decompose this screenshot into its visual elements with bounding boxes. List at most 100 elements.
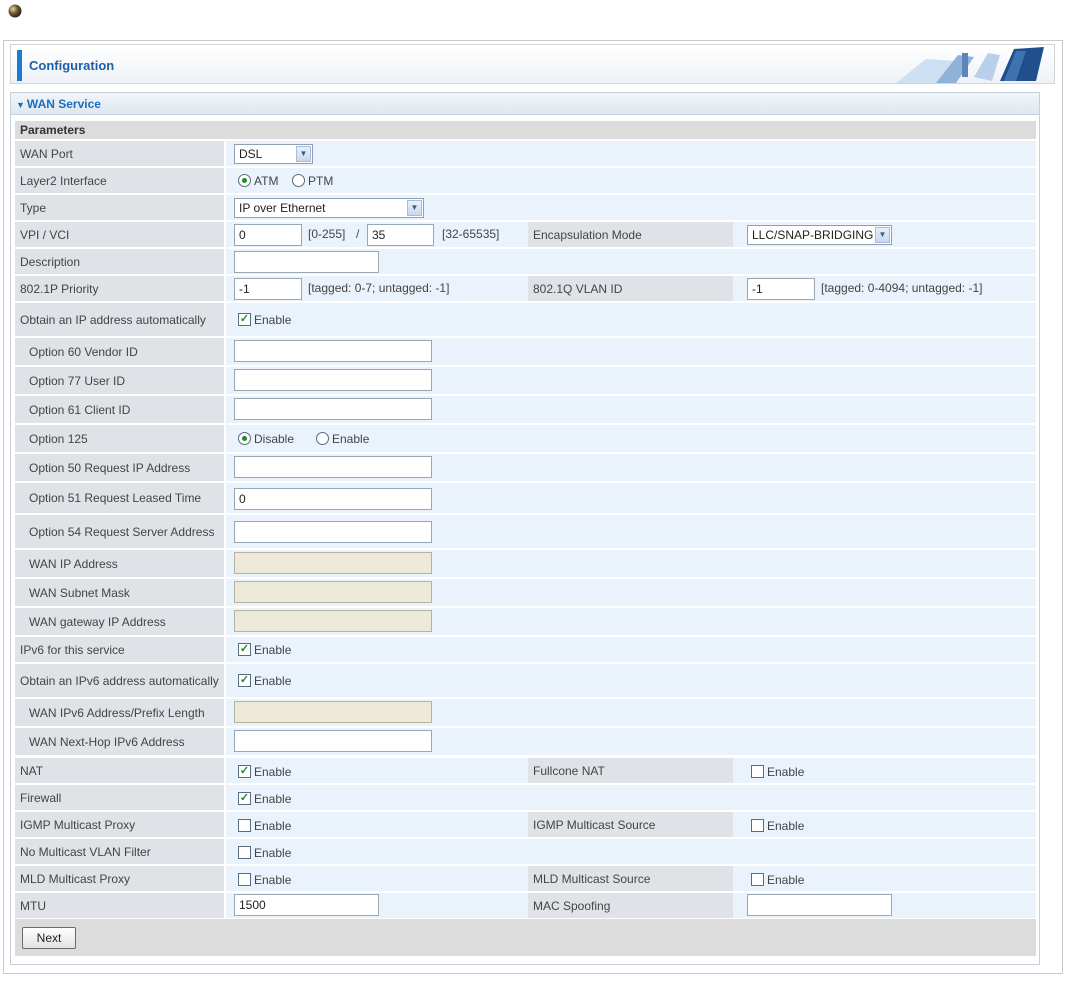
wan-ip-input: [234, 552, 432, 574]
priority-label: 802.1P Priority: [15, 276, 224, 301]
layer2-atm-label: ATM: [254, 174, 279, 188]
mld-proxy-enable-label: Enable: [254, 873, 292, 887]
row-mld: MLD Multicast Proxy Enable MLD Multicast…: [15, 866, 1036, 891]
mac-spoofing-label: MAC Spoofing: [528, 893, 733, 918]
row-option61: Option 61 Client ID: [15, 396, 1036, 423]
bullet-icon: [8, 4, 22, 18]
layer2-ptm-radio[interactable]: [292, 174, 305, 187]
mac-spoofing-input[interactable]: [747, 894, 892, 916]
type-label: Type: [15, 195, 224, 220]
no-vlan-filter-label: No Multicast VLAN Filter: [15, 839, 224, 864]
wan-mask-input: [234, 581, 432, 603]
next-button[interactable]: Next: [22, 927, 76, 949]
row-ipv6: IPv6 for this service ✓ Enable: [15, 637, 1036, 662]
option125-disable-radio[interactable]: [238, 432, 251, 445]
vpi-input[interactable]: 0: [234, 224, 302, 246]
wan-service-title[interactable]: ▼ WAN Service: [11, 93, 1039, 115]
layer2-label: Layer2 Interface: [15, 168, 224, 193]
chevron-down-icon: ▼: [875, 227, 890, 243]
nat-checkbox[interactable]: ✓: [238, 765, 251, 778]
row-type: Type IP over Ethernet ▼: [15, 195, 1036, 220]
config-frame: Configuration ▼ WAN Service Parameters WA…: [3, 40, 1063, 974]
mld-source-enable-label: Enable: [767, 873, 805, 887]
vlan-input[interactable]: -1: [747, 278, 815, 300]
row-layer2: Layer2 Interface ATM PTM: [15, 168, 1036, 193]
wan-port-label: WAN Port: [15, 141, 224, 166]
row-wan-gateway: WAN gateway IP Address: [15, 608, 1036, 635]
wan-ip-label: WAN IP Address: [15, 550, 224, 577]
mtu-label: MTU: [15, 893, 224, 918]
ipv6-enable-label: Enable: [254, 643, 292, 657]
priority-input[interactable]: -1: [234, 278, 302, 300]
option54-input[interactable]: [234, 521, 432, 543]
wan-port-select[interactable]: DSL ▼: [234, 144, 313, 164]
chevron-down-icon: ▼: [296, 146, 311, 162]
igmp-source-label: IGMP Multicast Source: [528, 812, 733, 837]
vci-range: [32-65535]: [442, 227, 500, 241]
layer2-atm-radio[interactable]: [238, 174, 251, 187]
igmp-source-checkbox[interactable]: [751, 819, 764, 832]
row-nat: NAT ✓ Enable Fullcone NAT Enable: [15, 758, 1036, 783]
option60-label: Option 60 Vendor ID: [15, 338, 224, 365]
obtain-ipv6-enable-label: Enable: [254, 674, 292, 688]
row-description: Description: [15, 249, 1036, 274]
row-wan-ip: WAN IP Address: [15, 550, 1036, 577]
firewall-enable-label: Enable: [254, 792, 292, 806]
parameters-heading: Parameters: [15, 121, 1036, 139]
fullcone-enable-label: Enable: [767, 765, 805, 779]
vci-input[interactable]: 35: [367, 224, 434, 246]
no-vlan-filter-checkbox[interactable]: [238, 846, 251, 859]
mtu-input[interactable]: 1500: [234, 894, 379, 916]
encap-label: Encapsulation Mode: [528, 222, 733, 247]
row-obtain-ipv6: Obtain an IPv6 address automatically ✓ E…: [15, 664, 1036, 697]
option50-label: Option 50 Request IP Address: [15, 454, 224, 481]
fullcone-checkbox[interactable]: [751, 765, 764, 778]
ipv6-label: IPv6 for this service: [15, 637, 224, 662]
row-vpi-vci: VPI / VCI 0 [0-255] / 35 [32-65535] Enca…: [15, 222, 1036, 247]
ipv6-nexthop-input[interactable]: [234, 730, 432, 752]
option50-input[interactable]: [234, 456, 432, 478]
obtain-ipv6-checkbox[interactable]: ✓: [238, 674, 251, 687]
encap-select[interactable]: LLC/SNAP-BRIDGING ▼: [747, 225, 892, 245]
firewall-checkbox[interactable]: ✓: [238, 792, 251, 805]
option77-input[interactable]: [234, 369, 432, 391]
vlan-hint: [tagged: 0-4094; untagged: -1]: [821, 281, 983, 295]
row-ipv6-address: WAN IPv6 Address/Prefix Length: [15, 699, 1036, 726]
option60-input[interactable]: [234, 340, 432, 362]
row-option54: Option 54 Request Server Address: [15, 515, 1036, 548]
obtain-ip-checkbox[interactable]: ✓: [238, 313, 251, 326]
ipv6-checkbox[interactable]: ✓: [238, 643, 251, 656]
row-wan-port: WAN Port DSL ▼: [15, 141, 1036, 166]
obtain-ipv6-label: Obtain an IPv6 address automatically: [15, 664, 224, 697]
option125-enable-radio[interactable]: [316, 432, 329, 445]
row-option50: Option 50 Request IP Address: [15, 454, 1036, 481]
option125-label: Option 125: [15, 425, 224, 452]
option61-label: Option 61 Client ID: [15, 396, 224, 423]
page-title: Configuration: [29, 58, 115, 73]
chevron-down-icon: ▼: [407, 200, 422, 216]
obtain-ip-label: Obtain an IP address automatically: [15, 303, 224, 336]
option61-input[interactable]: [234, 398, 432, 420]
type-select[interactable]: IP over Ethernet ▼: [234, 198, 424, 218]
row-mtu: MTU 1500 MAC Spoofing: [15, 893, 1036, 918]
option51-label: Option 51 Request Leased Time: [15, 483, 224, 513]
mld-source-checkbox[interactable]: [751, 873, 764, 886]
nat-enable-label: Enable: [254, 765, 292, 779]
vlan-label: 802.1Q VLAN ID: [528, 276, 733, 301]
collapse-arrow-icon: ▼: [16, 100, 25, 110]
form-footer: Next: [15, 919, 1036, 956]
row-option77: Option 77 User ID: [15, 367, 1036, 394]
wan-gateway-label: WAN gateway IP Address: [15, 608, 224, 635]
description-input[interactable]: [234, 251, 379, 273]
ipv6-address-input: [234, 701, 432, 723]
row-option60: Option 60 Vendor ID: [15, 338, 1036, 365]
option125-enable-label: Enable: [332, 432, 370, 446]
mld-proxy-checkbox[interactable]: [238, 873, 251, 886]
igmp-proxy-enable-label: Enable: [254, 819, 292, 833]
wan-mask-label: WAN Subnet Mask: [15, 579, 224, 606]
layer2-ptm-label: PTM: [308, 174, 334, 188]
no-vlan-filter-enable-label: Enable: [254, 846, 292, 860]
header-accent-bar: [17, 50, 22, 81]
option51-input[interactable]: 0: [234, 488, 432, 510]
igmp-proxy-checkbox[interactable]: [238, 819, 251, 832]
